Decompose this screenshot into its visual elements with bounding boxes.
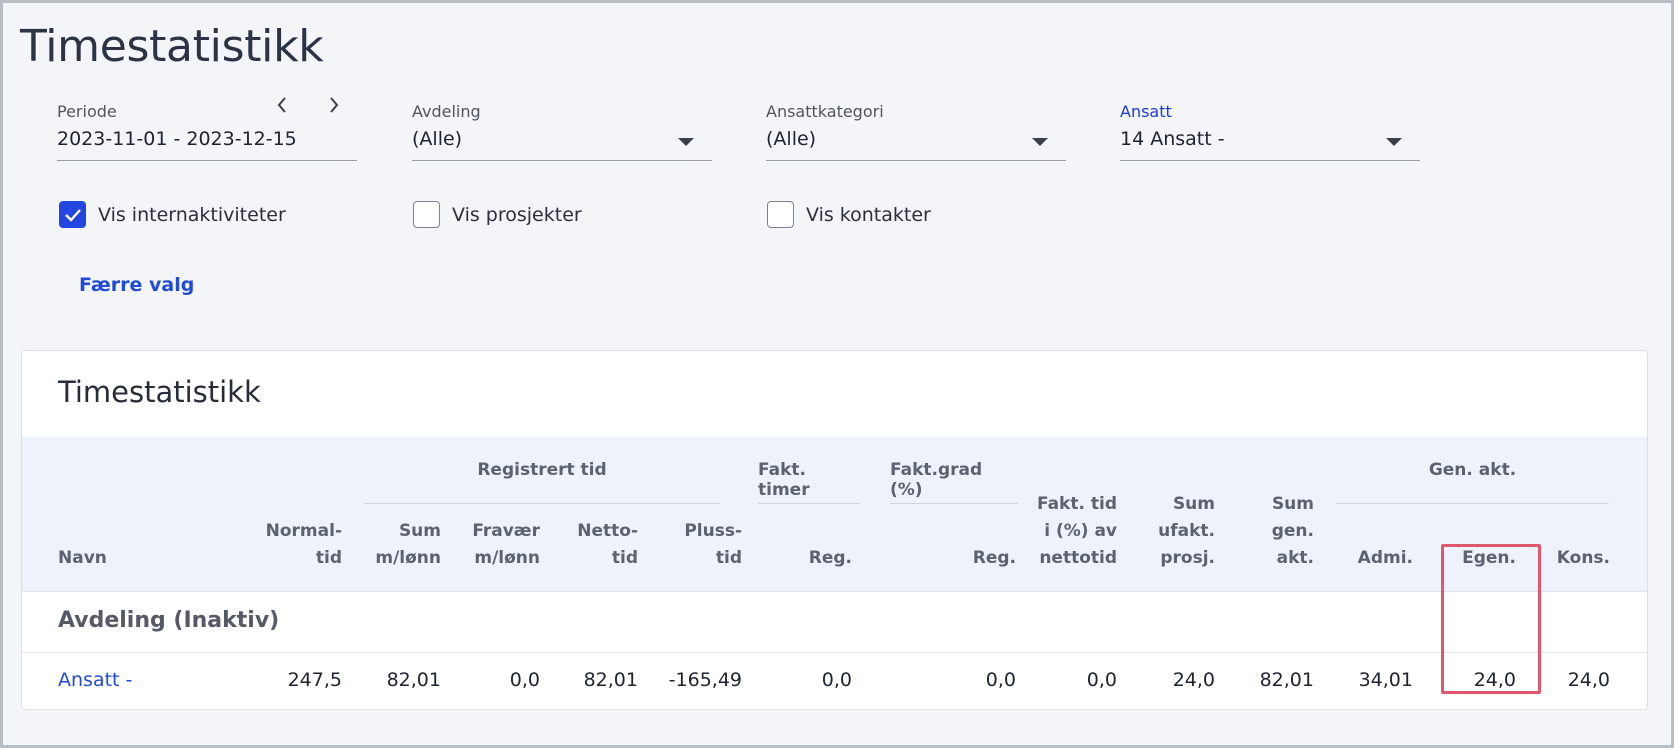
ansatt-value[interactable]: 14 Ansatt -: [1120, 128, 1225, 150]
periode-filter[interactable]: Periode 2023-11-01 - 2023-12-15: [57, 102, 357, 161]
col-admi[interactable]: Admi.: [1358, 545, 1413, 572]
table-header: Registrert tid Fakt. timer Fakt.grad (%)…: [22, 437, 1647, 592]
vis-internaktiviteter-label[interactable]: Vis internaktiviteter: [98, 204, 286, 226]
section-label: Avdeling (Inaktiv): [58, 608, 280, 633]
cell-nettotid: 82,01: [583, 669, 638, 691]
vis-prosjekter-checkbox[interactable]: [413, 201, 440, 228]
group-registrert-tid: Registrert tid: [477, 460, 607, 480]
avdeling-select[interactable]: Avdeling (Alle): [412, 102, 712, 161]
group-fakt-grad: Fakt.grad (%): [890, 460, 983, 500]
table-row: Ansatt - 247,5 82,01 0,0 82,01 -165,49 0…: [22, 653, 1647, 709]
vis-kontakter-label[interactable]: Vis kontakter: [806, 204, 931, 226]
col-fravaer-m-lonn[interactable]: Fravær m/lønn: [472, 518, 540, 572]
ansattkategori-label: Ansattkategori: [766, 102, 884, 121]
col-sum-gen-akt[interactable]: Sum gen. akt.: [1272, 491, 1314, 572]
egen-column-highlight: [1441, 544, 1541, 694]
cell-fravaer: 0,0: [509, 669, 540, 691]
timestatistikk-panel: Timestatistikk Registrert tid Fakt. time…: [21, 350, 1648, 710]
cell-fakt-timer-reg: 0,0: [821, 669, 852, 691]
periode-value[interactable]: 2023-11-01 - 2023-12-15: [57, 128, 357, 161]
checkmark-icon: [64, 208, 81, 222]
faerre-valg-link[interactable]: Færre valg: [79, 274, 194, 296]
cell-kons: 24,0: [1567, 669, 1610, 691]
avdeling-value[interactable]: (Alle): [412, 128, 462, 150]
chevron-down-icon[interactable]: [678, 138, 694, 146]
col-kons[interactable]: Kons.: [1557, 545, 1610, 572]
vis-internaktiviteter-option[interactable]: Vis internaktiviteter: [59, 201, 286, 228]
cell-fakt-tid-pct: 0,0: [1086, 669, 1117, 691]
vis-internaktiviteter-checkbox[interactable]: [59, 201, 86, 228]
avdeling-label: Avdeling: [412, 102, 481, 121]
cell-admi: 34,01: [1358, 669, 1413, 691]
vis-prosjekter-label[interactable]: Vis prosjekter: [452, 204, 582, 226]
vis-kontakter-checkbox[interactable]: [767, 201, 794, 228]
col-nettotid[interactable]: Netto-tid: [577, 518, 638, 572]
col-plusstid[interactable]: Pluss-tid: [684, 518, 742, 572]
chevron-down-icon[interactable]: [1032, 138, 1048, 146]
panel-title: Timestatistikk: [58, 375, 261, 409]
col-sum-m-lonn[interactable]: Sum m/lønn: [375, 518, 441, 572]
group-fakt-timer: Fakt. timer: [758, 460, 810, 500]
col-normaltid[interactable]: Normal-tid: [266, 518, 342, 572]
cell-plusstid: -165,49: [668, 669, 742, 691]
chevron-left-icon[interactable]: [273, 95, 291, 117]
cell-sum-gen: 82,01: [1259, 669, 1314, 691]
col-fakt-timer-reg[interactable]: Reg.: [809, 545, 852, 572]
ansattkategori-select[interactable]: Ansattkategori (Alle): [766, 102, 1066, 161]
periode-label: Periode: [57, 102, 117, 121]
col-fakt-tid-pct[interactable]: Fakt. tid i (%) av nettotid: [1037, 491, 1117, 572]
cell-sum-m-lonn: 82,01: [386, 669, 441, 691]
ansatt-label: Ansatt: [1120, 102, 1172, 121]
cell-sum-ufakt: 24,0: [1172, 669, 1215, 691]
col-sum-ufakt-prosj[interactable]: Sum ufakt. prosj.: [1158, 491, 1215, 572]
ansatt-select[interactable]: Ansatt 14 Ansatt -: [1120, 102, 1420, 161]
ansattkategori-value[interactable]: (Alle): [766, 128, 816, 150]
cell-normaltid: 247,5: [287, 669, 342, 691]
vis-kontakter-option[interactable]: Vis kontakter: [767, 201, 931, 228]
cell-fakt-grad-reg: 0,0: [985, 669, 1016, 691]
section-row: Avdeling (Inaktiv): [22, 592, 1647, 653]
col-navn[interactable]: Navn: [58, 545, 107, 572]
group-gen-akt: Gen. akt.: [1428, 460, 1517, 480]
col-fakt-grad-reg[interactable]: Reg.: [973, 545, 1016, 572]
employee-link[interactable]: Ansatt -: [58, 669, 132, 691]
page-title: Timestatistikk: [20, 21, 324, 72]
vis-prosjekter-option[interactable]: Vis prosjekter: [413, 201, 582, 228]
chevron-down-icon[interactable]: [1386, 138, 1402, 146]
chevron-right-icon[interactable]: [325, 95, 343, 117]
